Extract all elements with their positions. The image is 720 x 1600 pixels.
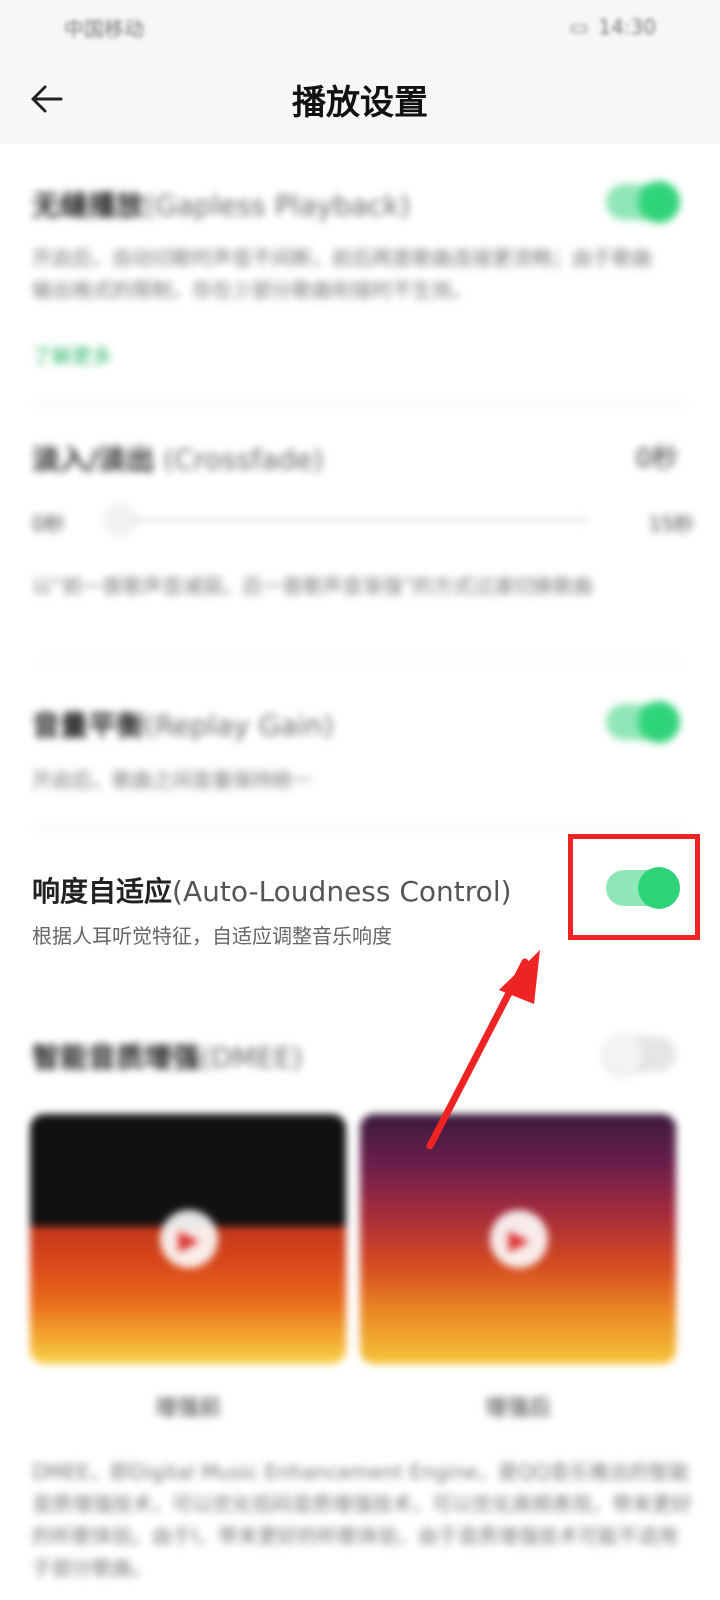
annotation-arrow-icon <box>426 950 540 1150</box>
